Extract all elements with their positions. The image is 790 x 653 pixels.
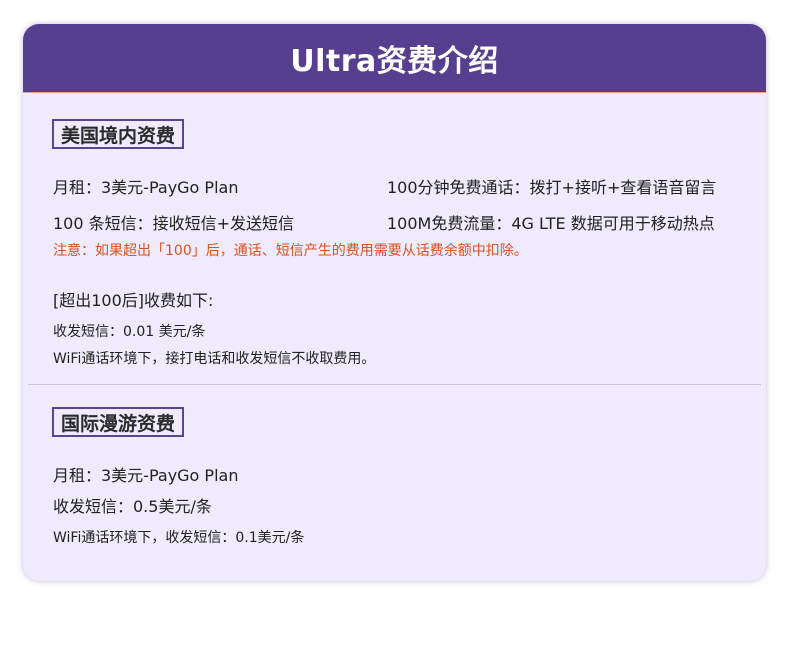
roaming-section-title: 国际漫游资费 xyxy=(52,407,185,437)
overage-title: [超出100后]收费如下: xyxy=(53,291,214,310)
domestic-free-minutes: 100分钟免费通话：拨打+接听+查看语音留言 xyxy=(387,178,717,197)
overage-sms: 收发短信：0.01 美元/条 xyxy=(53,324,206,340)
section-divider xyxy=(28,384,761,385)
domestic-wifi-note: WiFi通话环境下，接打电话和收发短信不收取费用。 xyxy=(53,351,376,367)
roaming-monthly-fee: 月租：3美元-PayGo Plan xyxy=(53,466,239,485)
page-title: Ultra资费介绍 xyxy=(290,44,499,79)
domestic-sms: 100 条短信：接收短信+发送短信 xyxy=(53,214,295,233)
domestic-monthly-fee: 月租：3美元-PayGo Plan xyxy=(53,178,239,197)
domestic-data: 100M免费流量：4G LTE 数据可用于移动热点 xyxy=(387,214,715,233)
domestic-notice: 注意：如果超出「100」后，通话、短信产生的费用需要从话费余额中扣除。 xyxy=(53,243,528,259)
card-header: Ultra资费介绍 xyxy=(23,24,766,93)
roaming-wifi-note: WiFi通话环境下，收发短信：0.1美元/条 xyxy=(53,530,305,546)
roaming-sms: 收发短信：0.5美元/条 xyxy=(53,497,212,516)
tariff-card: Ultra资费介绍 美国境内资费 月租：3美元-PayGo Plan 100分钟… xyxy=(23,24,766,581)
domestic-section-title: 美国境内资费 xyxy=(52,119,185,149)
